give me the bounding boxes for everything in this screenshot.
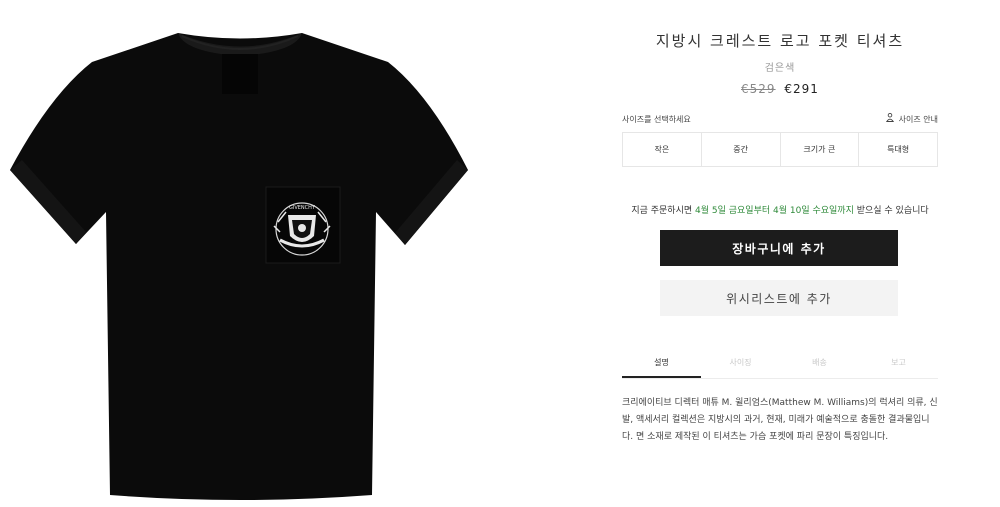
tab-description[interactable]: 설명 [622, 356, 701, 378]
size-prompt: 사이즈를 선택하세요 [622, 114, 691, 124]
sale-price: €291 [784, 82, 819, 96]
product-title: 지방시 크레스트 로고 포켓 티셔츠 [655, 32, 905, 50]
size-option-medium[interactable]: 중간 [702, 133, 781, 166]
size-header: 사이즈를 선택하세요 사이즈 안내 [622, 110, 938, 128]
size-option-xlarge[interactable]: 특대형 [859, 133, 937, 166]
delivery-prefix: 지금 주문하시면 [631, 206, 695, 216]
tab-shipping[interactable]: 배송 [780, 356, 859, 378]
delivery-estimate: 지금 주문하시면 4월 5일 금요일부터 4월 10일 수요일까지 받으실 수 … [622, 203, 938, 220]
add-to-cart-button[interactable]: 장바구니에 추가 [660, 230, 898, 266]
product-info-panel: 지방시 크레스트 로고 포켓 티셔츠 검은색 €529 €291 사이즈를 선택… [622, 0, 938, 446]
size-selector: 작은 중간 크기가 큰 특대형 [622, 132, 938, 167]
size-option-large[interactable]: 크기가 큰 [781, 133, 860, 166]
person-icon [885, 112, 894, 125]
tab-sizing[interactable]: 사이징 [701, 356, 780, 378]
product-color: 검은색 [764, 63, 796, 74]
svg-text:GIVENCHY: GIVENCHY [289, 205, 316, 211]
delivery-dates: 4월 5일 금요일부터 4월 10일 수요일까지 [695, 206, 854, 216]
size-guide-link[interactable]: 사이즈 안내 [885, 112, 938, 125]
size-guide-label: 사이즈 안내 [898, 114, 938, 124]
tshirt-illustration: GIVENCHY [10, 33, 468, 500]
add-to-wishlist-button[interactable]: 위시리스트에 추가 [660, 280, 898, 316]
price-block: €529 €291 [622, 82, 938, 96]
size-option-small[interactable]: 작은 [623, 133, 702, 166]
tab-report[interactable]: 보고 [859, 356, 938, 378]
info-tabs: 설명 사이징 배송 보고 [622, 356, 938, 379]
original-price: €529 [741, 82, 776, 96]
delivery-suffix: 받으실 수 있습니다 [853, 206, 929, 216]
product-description: 크리에이티브 디렉터 매튜 M. 윌리엄스(Matthew M. William… [622, 398, 938, 442]
product-image[interactable]: GIVENCHY [0, 0, 480, 507]
